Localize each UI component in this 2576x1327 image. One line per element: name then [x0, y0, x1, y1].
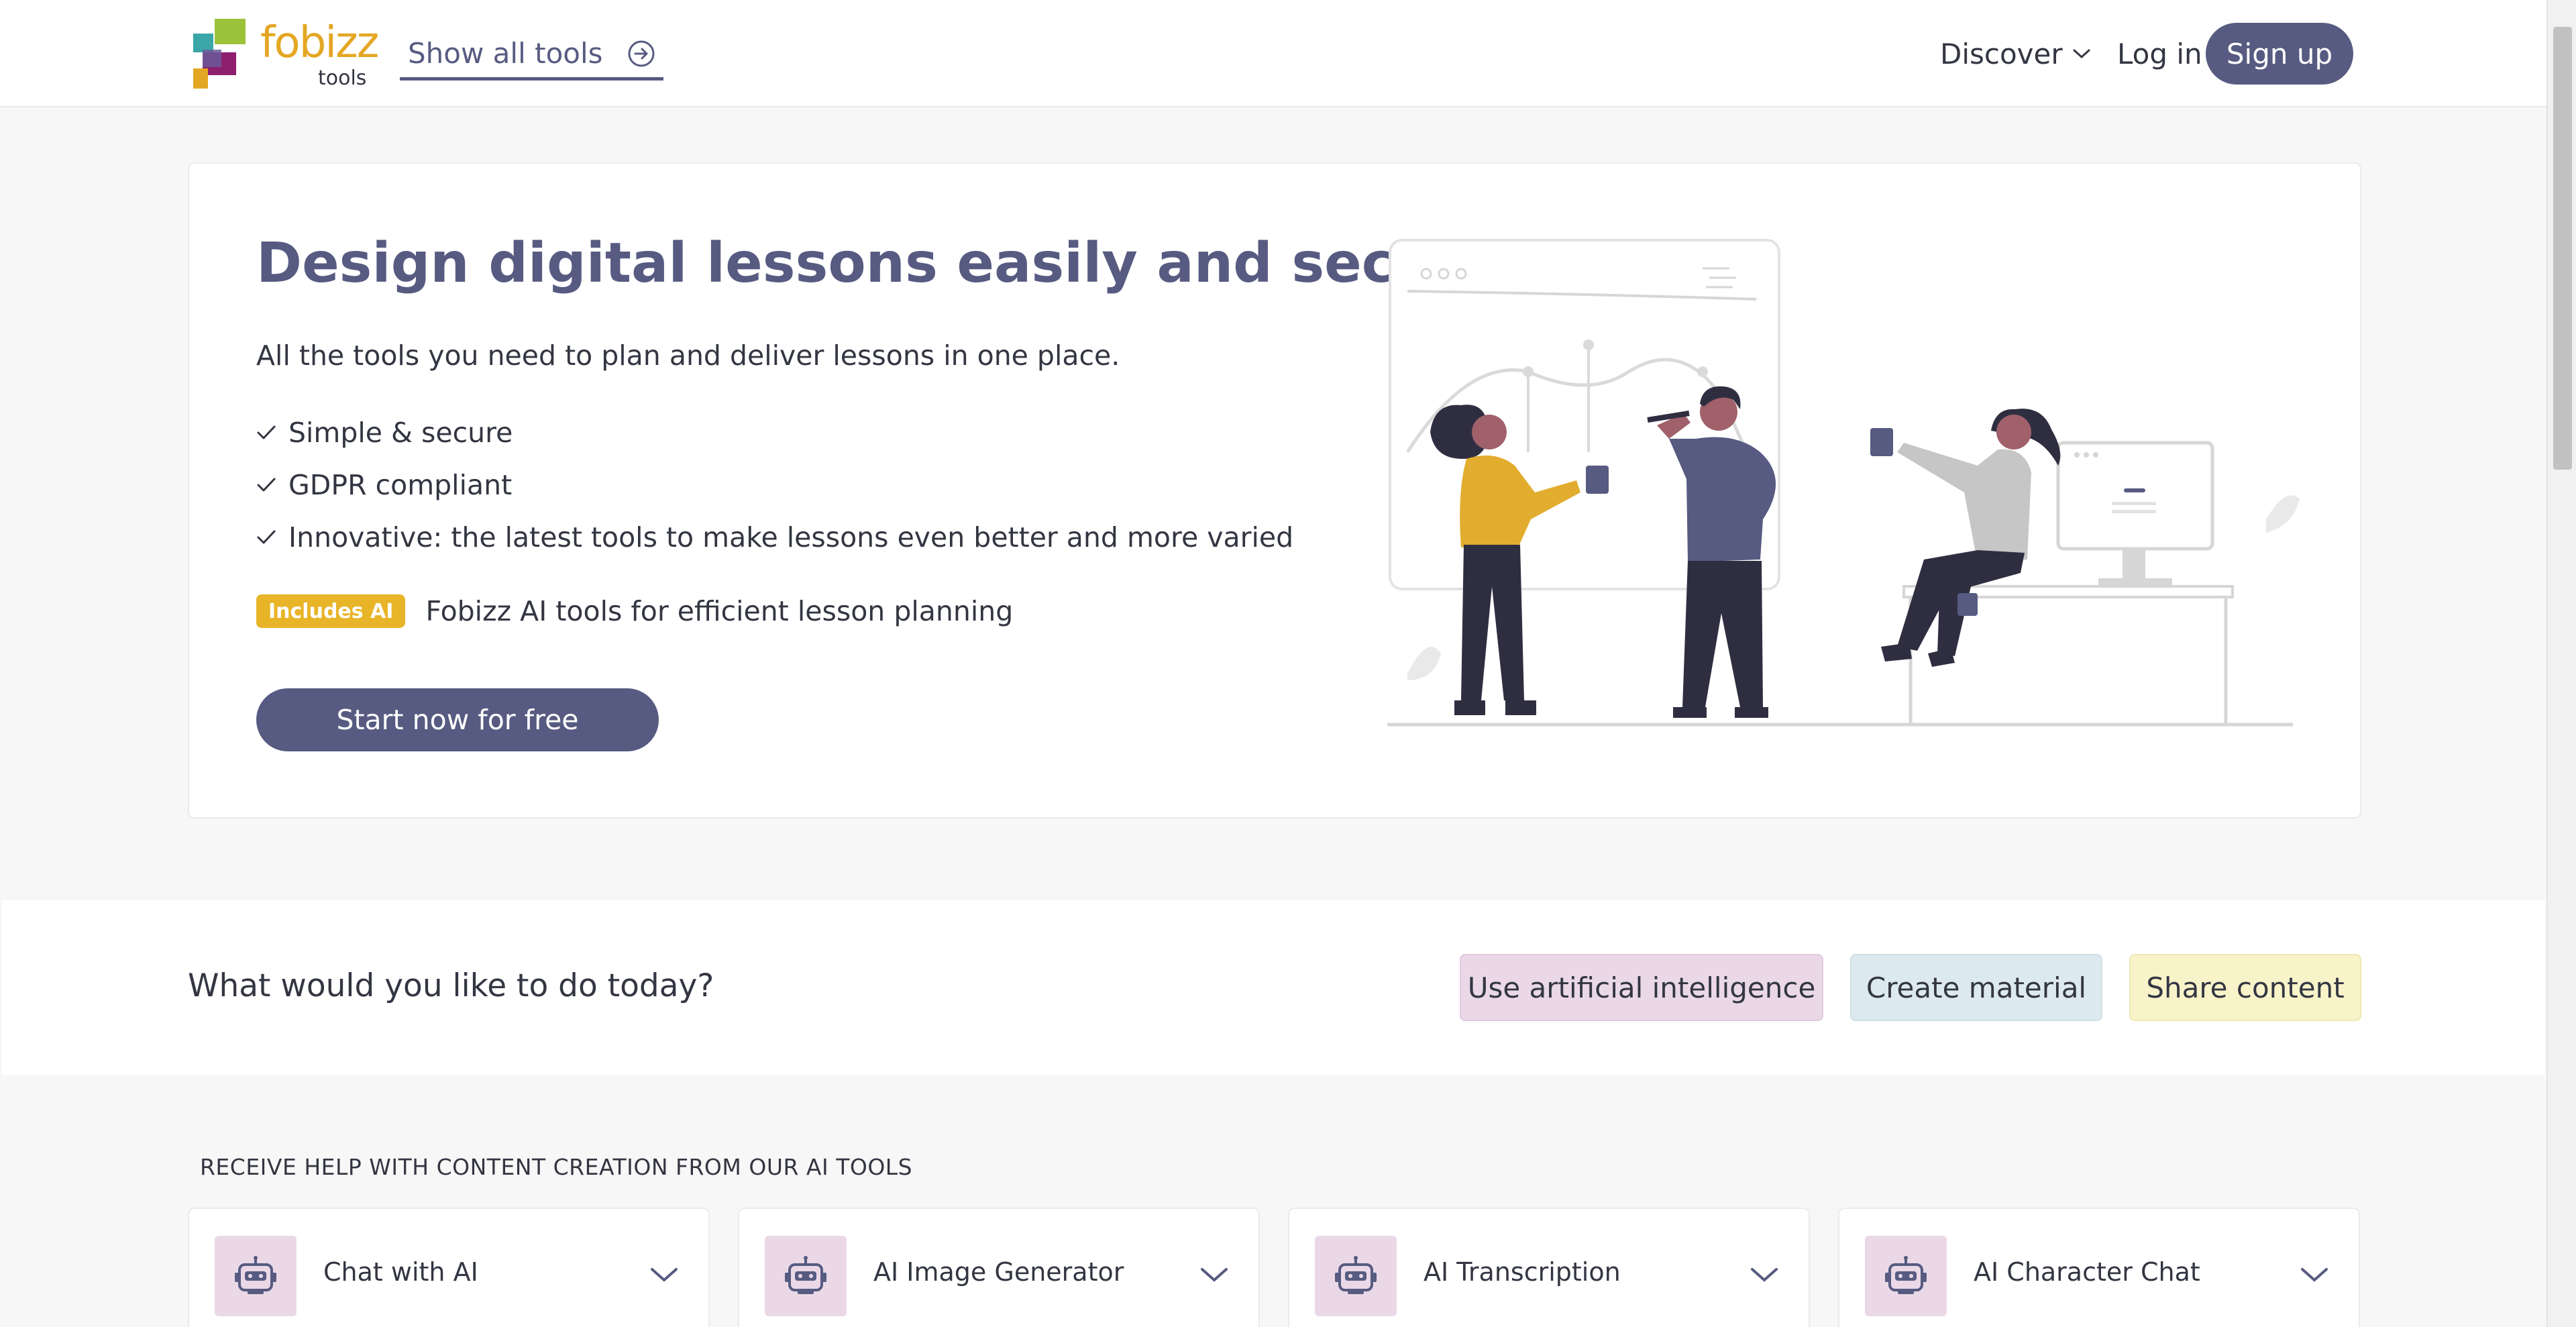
feature-item: GDPR compliant [256, 459, 1293, 511]
hero-title: Design digital lessons easily and secure… [256, 231, 1553, 295]
feature-text: GDPR compliant [288, 469, 513, 501]
share-content-filter-button[interactable]: Share content [2129, 954, 2361, 1021]
robot-icon [1315, 1236, 1397, 1316]
tool-card-ai-transcription[interactable]: AI Transcription [1288, 1208, 1810, 1327]
feature-text: Innovative: the latest tools to make les… [288, 521, 1294, 553]
chevron-down-icon[interactable] [2300, 1265, 2329, 1284]
discover-label: Discover [1940, 37, 2063, 70]
tool-card-ai-character-chat[interactable]: AI Character Chat [1838, 1208, 2360, 1327]
hero-card: Design digital lessons easily and secure… [188, 162, 2361, 818]
includes-ai-badge: Includes AI [256, 594, 406, 628]
create-material-filter-button[interactable]: Create material [1850, 954, 2102, 1021]
hero-subtitle: All the tools you need to plan and deliv… [256, 339, 1120, 372]
scrollbar[interactable] [2546, 0, 2576, 1327]
feature-list: Simple & secure GDPR compliant Innovativ… [256, 407, 1293, 564]
chevron-down-icon[interactable] [1199, 1265, 1229, 1284]
today-section: What would you like to do today? Use art… [1, 900, 2545, 1075]
top-navigation-bar: fobizz tools Show all tools Discover Log… [0, 0, 2546, 107]
logo-subtext: tools [318, 66, 367, 90]
show-all-tools-label: Show all tools [408, 37, 603, 70]
tool-name: AI Transcription [1424, 1257, 1621, 1287]
chevron-down-icon[interactable] [649, 1265, 679, 1284]
robot-icon [1865, 1236, 1947, 1316]
fobizz-logo[interactable]: fobizz tools [193, 19, 379, 93]
checkmark-icon [257, 530, 276, 544]
feature-item: Innovative: the latest tools to make les… [256, 511, 1293, 564]
tool-name: Chat with AI [323, 1257, 478, 1287]
ai-info-text: Fobizz AI tools for efficient lesson pla… [425, 595, 1014, 627]
checkmark-icon [257, 425, 276, 439]
start-now-button[interactable]: Start now for free [256, 688, 659, 751]
signup-button[interactable]: Sign up [2206, 23, 2353, 85]
tool-name: AI Character Chat [1974, 1257, 2200, 1287]
arrow-right-circle-icon [628, 40, 655, 66]
feature-text: Simple & secure [288, 417, 513, 449]
ai-info-row: Includes AI Fobizz AI tools for efficien… [256, 594, 1013, 628]
show-all-tools-link[interactable]: Show all tools [400, 30, 663, 81]
chevron-down-icon[interactable] [1750, 1265, 1779, 1284]
robot-icon [765, 1236, 847, 1316]
tool-name: AI Image Generator [873, 1257, 1124, 1287]
feature-item: Simple & secure [256, 407, 1293, 459]
logo-text: fobizz [260, 18, 379, 68]
today-question: What would you like to do today? [188, 967, 714, 1004]
tool-card-chat-with-ai[interactable]: Chat with AI [188, 1208, 710, 1327]
page: fobizz tools Show all tools Discover Log… [0, 0, 2576, 1327]
login-link[interactable]: Log in [2117, 34, 2202, 74]
robot-icon [215, 1236, 297, 1316]
scrollbar-thumb[interactable] [2553, 27, 2572, 470]
tool-card-ai-image-generator[interactable]: AI Image Generator [738, 1208, 1260, 1327]
discover-menu[interactable]: Discover [1940, 34, 2091, 74]
use-ai-filter-button[interactable]: Use artificial intelligence [1460, 954, 1823, 1021]
chevron-down-icon [2073, 49, 2090, 59]
teachers-whiteboard-illustration [1387, 239, 2300, 727]
logo-mark-icon [193, 19, 246, 89]
ai-tools-section-label: RECEIVE HELP WITH CONTENT CREATION FROM … [200, 1154, 913, 1180]
checkmark-icon [257, 478, 276, 492]
